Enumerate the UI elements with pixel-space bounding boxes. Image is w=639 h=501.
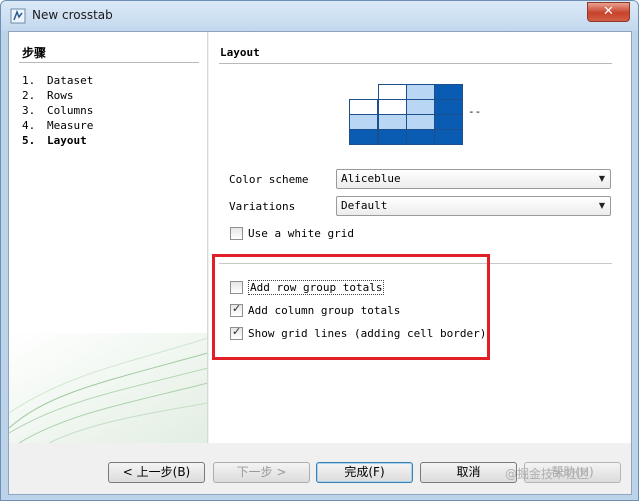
color-scheme-label: Color scheme [229, 173, 309, 186]
color-scheme-select[interactable]: Aliceblue ▼ [336, 169, 611, 189]
window-title: New crosstab [32, 8, 113, 22]
dialog-client-area: 步骤 1. Dataset 2. Rows 3. Columns 4. Measure … [8, 31, 632, 495]
dialog-window: New crosstab ✕ 步骤 1. Dataset 2. Rows 3. Col… [0, 0, 639, 501]
chevron-down-icon: ▼ [598, 201, 605, 210]
chevron-down-icon: ▼ [598, 174, 605, 183]
step-dataset: 1. Dataset [22, 74, 94, 87]
steps-title: 步骤 [22, 46, 47, 60]
step-columns: 3. Columns [22, 104, 94, 117]
jasper-app-icon [10, 8, 26, 24]
next-button[interactable]: 下一步 > [213, 462, 310, 483]
cancel-button[interactable]: 取消 [420, 462, 517, 483]
steps-divider [19, 62, 199, 63]
layout-page: Layout -- Color scheme Aliceblue ▼ Varia… [209, 32, 631, 443]
finish-button[interactable]: 完成(F) [316, 462, 413, 483]
white-grid-option[interactable]: Use a white grid [230, 225, 354, 241]
steps-pane: 步骤 1. Dataset 2. Rows 3. Columns 4. Measure … [9, 32, 208, 443]
preview-suffix: -- [468, 105, 482, 118]
annotation-highlight-box [212, 254, 490, 360]
variations-select[interactable]: Default ▼ [336, 196, 611, 216]
close-button[interactable]: ✕ [587, 2, 630, 22]
step-measure: 4. Measure [22, 119, 94, 132]
white-grid-checkbox[interactable] [230, 226, 243, 240]
variations-label: Variations [229, 200, 296, 213]
title-bar[interactable]: New crosstab ✕ [1, 1, 638, 31]
watermark-text: @掘金技术社区 [505, 467, 590, 481]
step-rows: 2. Rows [22, 89, 74, 102]
step-layout-active: 5. Layout [22, 134, 87, 147]
crosstab-preview-grid [349, 84, 463, 145]
page-title-divider [219, 63, 612, 64]
decorative-swirl-graphic [9, 333, 207, 443]
back-button[interactable]: < 上一步(B) [108, 462, 205, 483]
page-title: Layout [220, 46, 260, 59]
